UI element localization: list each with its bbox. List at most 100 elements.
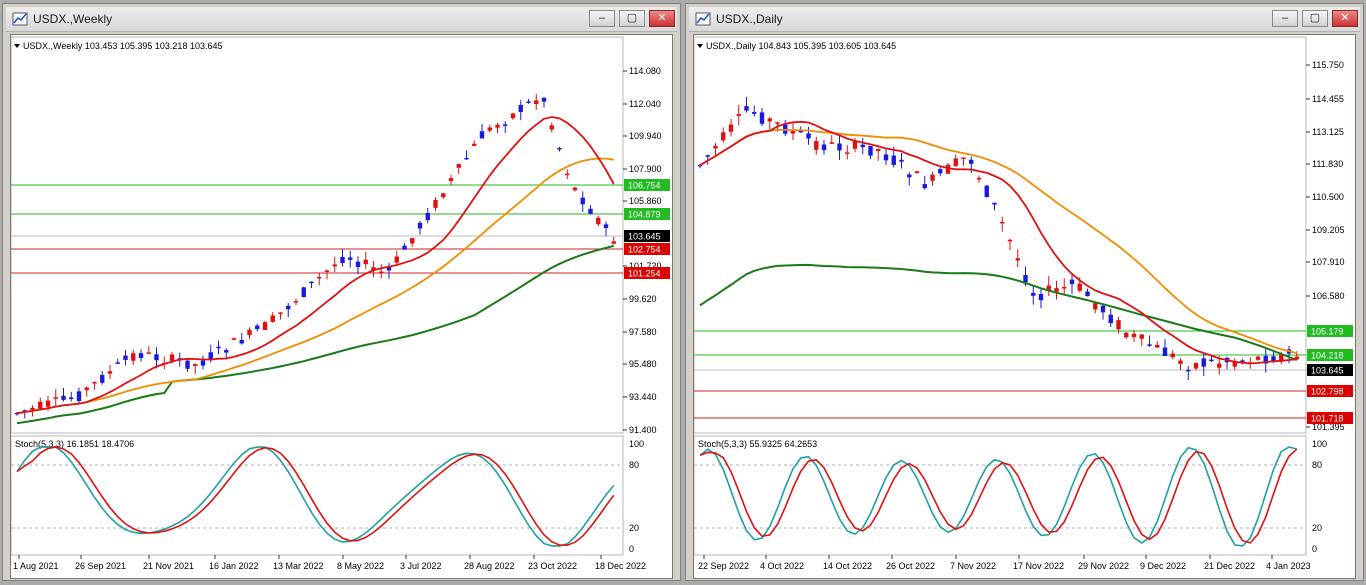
bearish-candle[interactable]	[107, 371, 113, 374]
bullish-candle[interactable]	[239, 339, 244, 344]
title-bar[interactable]: USDX.,Weekly – ▢ ✕	[6, 7, 677, 32]
bullish-candle[interactable]	[301, 287, 306, 297]
bullish-candle[interactable]	[138, 353, 144, 358]
price-chart[interactable]: USDX.,Weekly 103.453 105.395 103.218 103…	[10, 34, 673, 579]
bearish-candle[interactable]	[1124, 332, 1129, 338]
bearish-candle[interactable]	[146, 352, 151, 354]
bullish-candle[interactable]	[100, 375, 105, 383]
bullish-candle[interactable]	[309, 281, 314, 284]
bearish-candle[interactable]	[379, 271, 384, 274]
bullish-candle[interactable]	[899, 159, 904, 162]
bearish-candle[interactable]	[1015, 258, 1020, 261]
bearish-candle[interactable]	[728, 124, 734, 132]
bullish-candle[interactable]	[883, 154, 889, 161]
bullish-candle[interactable]	[1100, 305, 1106, 313]
bearish-candle[interactable]	[876, 149, 881, 152]
bullish-candle[interactable]	[1038, 293, 1044, 301]
bullish-candle[interactable]	[705, 155, 710, 157]
bullish-candle[interactable]	[603, 224, 609, 229]
bearish-candle[interactable]	[332, 264, 337, 267]
bearish-candle[interactable]	[84, 387, 89, 391]
weekly-chart-window[interactable]: USDX.,Weekly – ▢ ✕ USDX.,Weekly 103.453 …	[2, 3, 681, 581]
restore-button[interactable]: ▢	[1302, 10, 1328, 27]
bearish-candle[interactable]	[767, 118, 772, 122]
bearish-candle[interactable]	[1077, 283, 1082, 291]
bearish-candle[interactable]	[1131, 333, 1137, 337]
bearish-candle[interactable]	[131, 353, 136, 361]
bearish-candle[interactable]	[456, 164, 461, 168]
bearish-candle[interactable]	[317, 276, 322, 279]
bullish-candle[interactable]	[123, 355, 128, 360]
minimize-button[interactable]: –	[1272, 10, 1298, 27]
bearish-candle[interactable]	[169, 354, 175, 361]
bearish-candle[interactable]	[1093, 303, 1098, 310]
bearish-candle[interactable]	[410, 238, 415, 244]
bearish-candle[interactable]	[441, 193, 446, 198]
bullish-candle[interactable]	[216, 346, 221, 349]
price-chart[interactable]: USDX.,Daily 104.843 105.395 103.605 103.…	[693, 34, 1356, 579]
bullish-candle[interactable]	[402, 245, 407, 250]
bullish-candle[interactable]	[154, 354, 159, 361]
bullish-candle[interactable]	[1209, 359, 1214, 362]
bullish-candle[interactable]	[557, 148, 562, 150]
bearish-candle[interactable]	[961, 157, 966, 159]
bearish-candle[interactable]	[1178, 360, 1183, 364]
restore-button[interactable]: ▢	[619, 10, 645, 27]
bearish-candle[interactable]	[495, 124, 500, 128]
bearish-candle[interactable]	[790, 130, 796, 134]
bullish-candle[interactable]	[348, 257, 353, 260]
bearish-candle[interactable]	[45, 400, 51, 407]
bullish-candle[interactable]	[61, 395, 66, 400]
bullish-candle[interactable]	[1240, 360, 1245, 362]
bullish-candle[interactable]	[425, 212, 430, 221]
bearish-candle[interactable]	[953, 158, 958, 166]
bullish-candle[interactable]	[340, 256, 345, 264]
bearish-candle[interactable]	[324, 270, 330, 272]
bullish-candle[interactable]	[992, 202, 997, 205]
chart-canvas[interactable]: USDX.,Daily 104.843 105.395 103.605 103.…	[693, 35, 1355, 578]
bearish-candle[interactable]	[1007, 239, 1013, 242]
bearish-candle[interactable]	[1155, 344, 1160, 348]
bullish-candle[interactable]	[1108, 314, 1113, 324]
bearish-candle[interactable]	[572, 187, 578, 191]
bullish-candle[interactable]	[860, 144, 865, 148]
bullish-candle[interactable]	[891, 155, 896, 165]
bearish-candle[interactable]	[1170, 353, 1175, 358]
bearish-candle[interactable]	[53, 397, 58, 399]
chart-canvas[interactable]: USDX.,Weekly 103.453 105.395 103.218 103…	[10, 35, 672, 578]
bullish-candle[interactable]	[503, 124, 508, 126]
minimize-button[interactable]: –	[589, 10, 615, 27]
bearish-candle[interactable]	[549, 125, 554, 130]
bearish-candle[interactable]	[270, 315, 275, 322]
bearish-candle[interactable]	[293, 301, 299, 303]
bearish-candle[interactable]	[814, 141, 819, 150]
bullish-candle[interactable]	[588, 208, 593, 214]
bullish-candle[interactable]	[984, 185, 989, 197]
bullish-candle[interactable]	[1085, 291, 1090, 297]
bullish-candle[interactable]	[464, 157, 469, 160]
bearish-candle[interactable]	[1193, 363, 1199, 369]
bearish-candle[interactable]	[448, 178, 454, 181]
bearish-candle[interactable]	[721, 132, 726, 141]
bearish-candle[interactable]	[1062, 287, 1067, 289]
bearish-candle[interactable]	[1217, 363, 1222, 368]
bearish-candle[interactable]	[1255, 356, 1261, 360]
close-button[interactable]: ✕	[1332, 10, 1358, 27]
bullish-candle[interactable]	[224, 350, 229, 353]
bearish-candle[interactable]	[914, 171, 920, 174]
bearish-candle[interactable]	[534, 100, 539, 104]
bearish-candle[interactable]	[565, 173, 570, 176]
bearish-candle[interactable]	[30, 407, 35, 410]
bullish-candle[interactable]	[286, 305, 291, 310]
bearish-candle[interactable]	[611, 241, 616, 244]
main-plot-area[interactable]	[693, 36, 1307, 434]
bullish-candle[interactable]	[518, 104, 523, 113]
bearish-candle[interactable]	[1000, 221, 1005, 224]
stochastic-plot-area[interactable]	[10, 435, 624, 556]
bullish-candle[interactable]	[417, 222, 423, 229]
main-plot-area[interactable]	[10, 36, 624, 434]
bullish-candle[interactable]	[69, 397, 74, 400]
bearish-candle[interactable]	[92, 382, 97, 384]
bullish-candle[interactable]	[355, 261, 361, 268]
bearish-candle[interactable]	[736, 114, 741, 116]
